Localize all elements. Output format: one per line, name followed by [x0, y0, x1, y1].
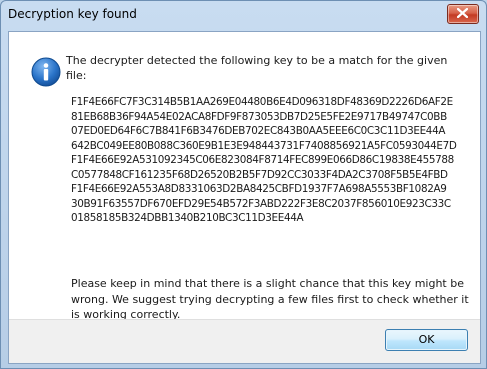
key-line: C0577848CF161235F68D26520B2B5F7D92CC3033…	[71, 168, 448, 181]
dialog-window: Decryption key found The decrypter detec…	[0, 0, 487, 369]
warning-note: Please keep in mind that there is a slig…	[71, 277, 469, 321]
intro-text: The decrypter detected the following key…	[66, 54, 448, 82]
message-area: The decrypter detected the following key…	[66, 53, 466, 83]
key-line: 07ED0ED64F6C7B841F6B3476DEB702EC843B0AA5…	[71, 125, 446, 137]
key-line: F1F4E66FC7F3C314B5B1AA269E04480B6E4D0963…	[71, 96, 453, 108]
dialog-client-area: The decrypter detected the following key…	[8, 31, 481, 364]
window-title: Decryption key found	[8, 7, 137, 21]
key-line: 642BC049EE80B088C360E9B1E3E948443731F740…	[71, 139, 457, 152]
ok-button[interactable]: OK	[385, 329, 468, 351]
key-line: 81EB68B36F94A54E02ACA8FDF9F873053DB7D25E…	[71, 110, 447, 123]
key-line: F1F4E66E92A553A8D8331063D2BA8425CBFD1937…	[71, 183, 447, 195]
key-line: 01858185B324DBB1340B210BC3C11D3EE44A	[71, 212, 304, 224]
key-line: 30B91F63557DF670EFD29E54B572F3ABD222F3E8…	[71, 197, 451, 210]
close-icon	[457, 8, 468, 18]
title-bar[interactable]: Decryption key found	[1, 1, 486, 31]
decryption-key[interactable]: F1F4E66FC7F3C314B5B1AA269E04480B6E4D0963…	[71, 95, 479, 226]
info-icon	[31, 57, 61, 87]
key-line: F1F4E66E92A531092345C06E823084F8714FEC89…	[71, 154, 454, 166]
close-button[interactable]	[447, 4, 479, 24]
button-bar: OK	[9, 319, 480, 363]
